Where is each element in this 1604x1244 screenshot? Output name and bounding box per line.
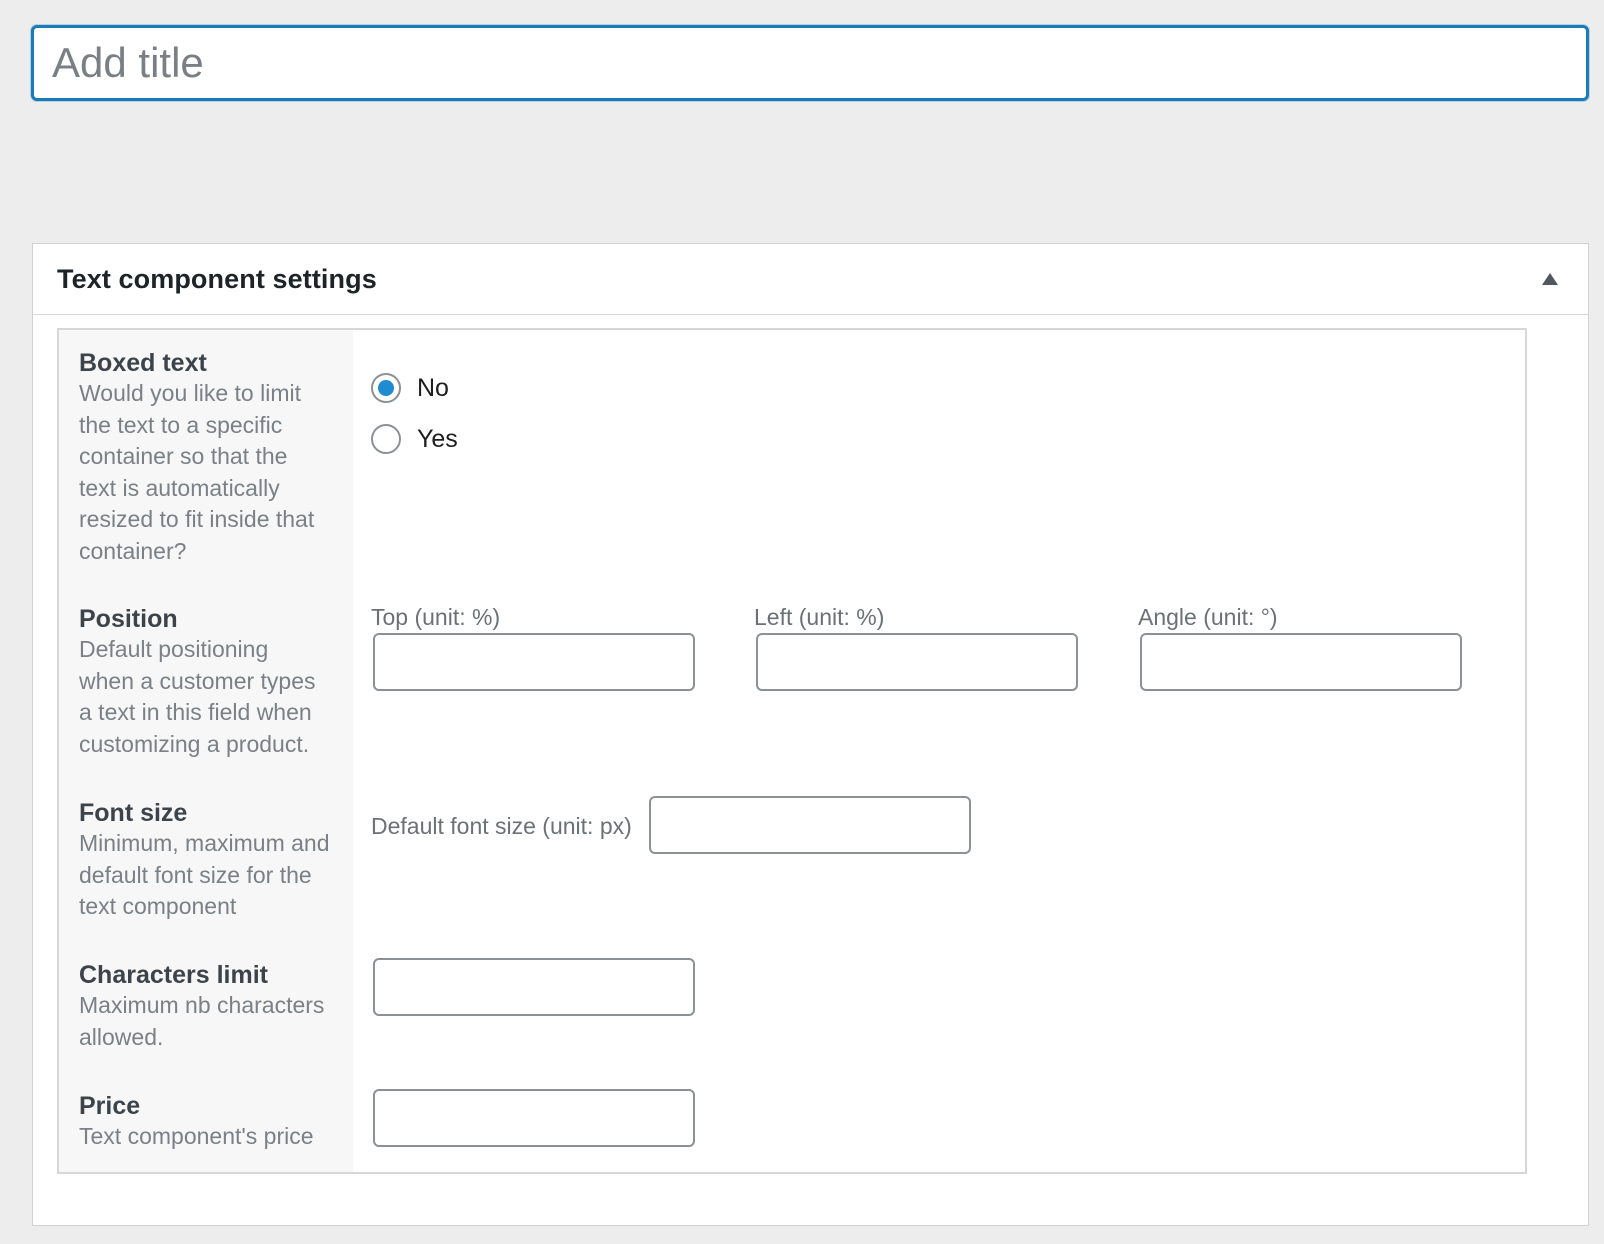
left-position-input[interactable] (756, 633, 1078, 691)
post-title-input[interactable] (34, 28, 1586, 98)
characters-limit-input[interactable] (373, 958, 695, 1016)
position-title: Position (79, 605, 178, 633)
triangle-up-icon (1542, 273, 1558, 285)
top-position-input[interactable] (373, 633, 695, 691)
radio-no-label[interactable]: No (417, 374, 449, 403)
characters-limit-label-cell: Characters limit Maximum nb characters a… (79, 960, 339, 1053)
boxed-text-description: Would you like to limit the text to a sp… (79, 380, 315, 564)
boxed-text-label-cell: Boxed text Would you like to limit the t… (79, 348, 339, 567)
font-size-description: Minimum, maximum and default font size f… (79, 830, 330, 919)
left-field-caption: Left (unit: %) (754, 604, 885, 630)
radio-yes-label[interactable]: Yes (417, 425, 458, 454)
text-component-settings-metabox: Text component settings Boxed text Would… (32, 243, 1589, 1226)
radio-no[interactable] (371, 373, 401, 403)
characters-limit-description: Maximum nb characters allowed. (79, 992, 325, 1050)
radio-yes[interactable] (371, 424, 401, 454)
collapse-toggle-button[interactable] (1536, 265, 1564, 293)
price-input[interactable] (373, 1089, 695, 1147)
settings-field-column: No Yes Top (unit: %) Left (unit: %) Angl… (353, 330, 1525, 1172)
font-size-title: Font size (79, 799, 188, 827)
default-font-size-input[interactable] (649, 796, 971, 854)
boxed-text-title: Boxed text (79, 349, 207, 377)
top-field-caption: Top (unit: %) (371, 604, 501, 630)
settings-label-column: Boxed text Would you like to limit the t… (59, 330, 353, 1172)
radio-checked-dot (378, 380, 394, 396)
position-label-cell: Position Default positioning when a cust… (79, 604, 339, 760)
characters-limit-title: Characters limit (79, 961, 268, 989)
font-size-label-cell: Font size Minimum, maximum and default f… (79, 798, 339, 923)
title-field-wrapper (31, 25, 1589, 101)
boxed-text-option-yes[interactable]: Yes (371, 424, 458, 454)
price-title: Price (79, 1092, 141, 1120)
price-label-cell: Price Text component's price (79, 1091, 339, 1153)
boxed-text-option-no[interactable]: No (371, 373, 449, 403)
price-description: Text component's price (79, 1123, 314, 1149)
angle-input[interactable] (1140, 633, 1462, 691)
metabox-title: Text component settings (57, 263, 377, 294)
position-description: Default positioning when a customer type… (79, 636, 316, 757)
settings-table: Boxed text Would you like to limit the t… (57, 328, 1527, 1174)
angle-field-caption: Angle (unit: °) (1138, 604, 1278, 630)
default-font-size-caption: Default font size (unit: px) (371, 813, 632, 839)
metabox-header[interactable]: Text component settings (33, 244, 1588, 315)
